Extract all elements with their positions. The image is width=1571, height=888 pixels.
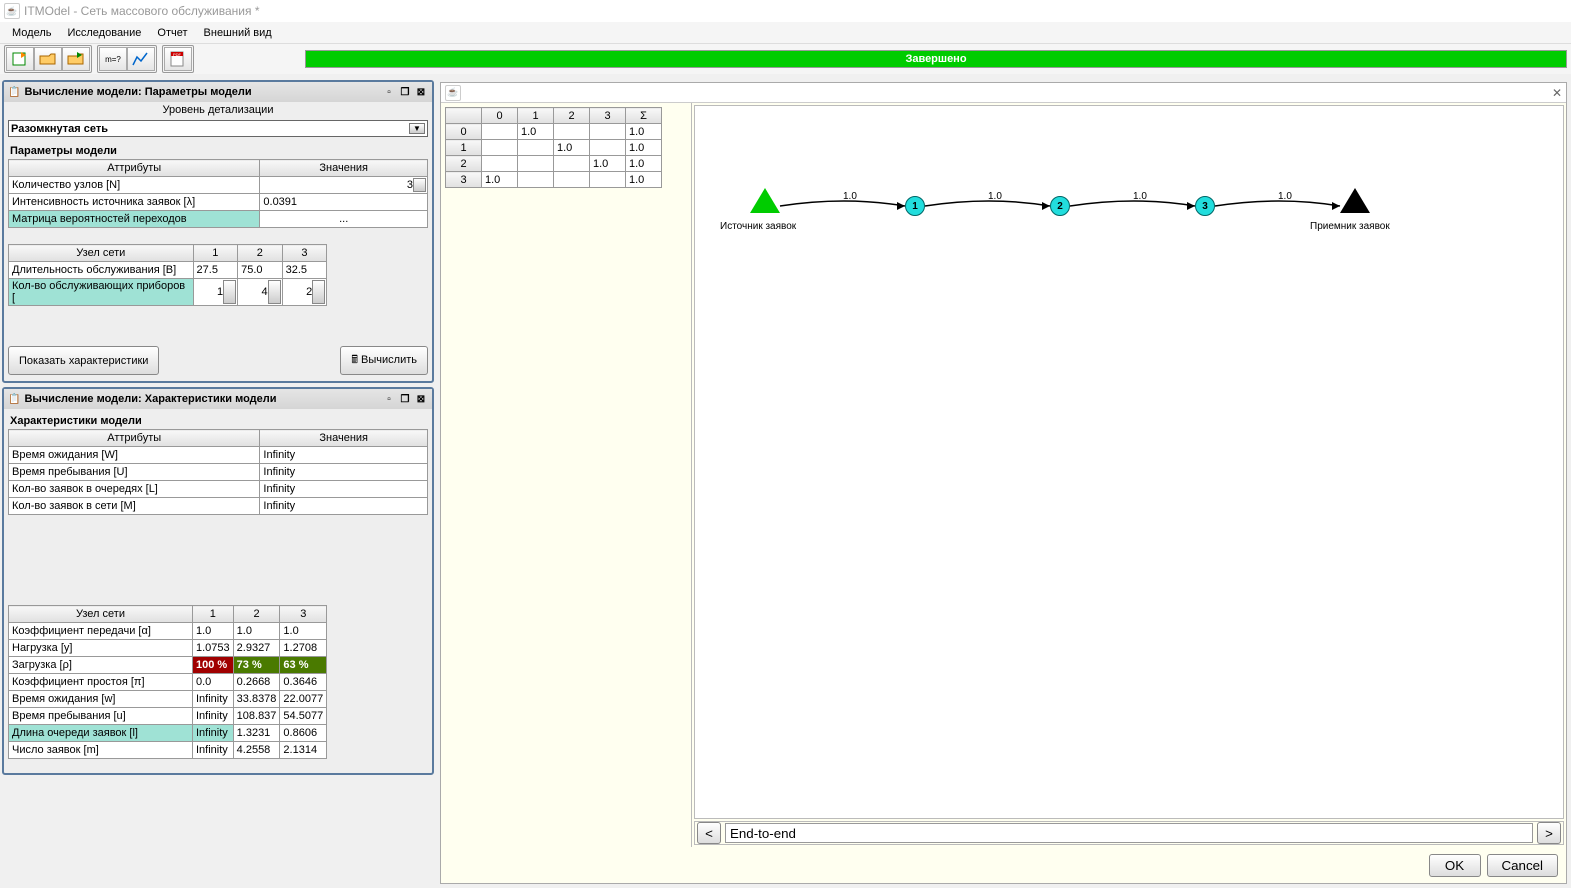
dialog-titlebar[interactable]: ☕ ✕: [441, 83, 1566, 103]
attr-nodes: Количество узлов [N]: [9, 177, 260, 194]
calc-icon: 📋: [8, 87, 20, 98]
attr-lambda: Интенсивность источника заявок [λ]: [9, 194, 260, 211]
progress-bar: Завершено: [305, 50, 1567, 68]
maximize-icon[interactable]: ❐: [398, 85, 412, 99]
show-characteristics-button[interactable]: Показать характеристики: [8, 346, 159, 375]
frame-params: 📋 Вычисление модели: Параметры модели ▫ …: [2, 80, 434, 383]
progress-text: Завершено: [306, 51, 1566, 67]
nav-next-button[interactable]: >: [1537, 822, 1561, 844]
sink-label: Приемник заявок: [1310, 221, 1390, 232]
val-lambda[interactable]: 0.0391: [260, 194, 428, 211]
val-matrix[interactable]: ...: [260, 211, 428, 228]
node-2[interactable]: 2: [1050, 196, 1070, 216]
node-3[interactable]: 3: [1195, 196, 1215, 216]
chars-node-table: Узел сети123 Коэффициент передачи [α]1.0…: [8, 605, 327, 759]
close-icon[interactable]: ⊠: [414, 392, 428, 406]
calculator-icon: 🖩: [351, 354, 358, 366]
menu-model[interactable]: Модель: [4, 25, 59, 41]
load-badge-3: 63 %: [280, 657, 327, 674]
detail-level-label: Уровень детализации: [4, 102, 432, 118]
source-label: Источник заявок: [720, 221, 796, 232]
menubar: Модель Исследование Отчет Внешний вид: [0, 22, 1571, 44]
attr-matrix[interactable]: Матрица вероятностей переходов: [9, 211, 260, 228]
params-section-label: Параметры модели: [8, 143, 428, 159]
tool-pdf-icon[interactable]: PDF: [164, 47, 192, 71]
frame-chars-title: Вычисление модели: Характеристики модели: [24, 393, 276, 405]
nav-path-input[interactable]: [725, 823, 1533, 843]
network-graph[interactable]: Источник заявок 1 2 3 Приемник заявок 1.…: [694, 105, 1564, 819]
transition-matrix-table[interactable]: 0123Σ 01.01.0 11.01.0 21.01.0 31.01.0: [445, 107, 662, 188]
col-node: Узел сети: [9, 245, 194, 262]
graph-navigator: < >: [694, 821, 1564, 845]
col-attributes: Аттрибуты: [9, 160, 260, 177]
menu-report[interactable]: Отчет: [149, 25, 195, 41]
chars-summary-table: АттрибутыЗначения Время ожидания [W]Infi…: [8, 429, 428, 515]
java-icon: ☕: [445, 85, 461, 101]
minimize-icon[interactable]: ▫: [382, 392, 396, 406]
menu-research[interactable]: Исследование: [59, 25, 149, 41]
load-badge-1: 100 %: [193, 657, 234, 674]
svg-text:PDF: PDF: [173, 52, 182, 57]
calc-icon: 📋: [8, 394, 20, 405]
frame-params-title: Вычисление модели: Параметры модели: [24, 86, 251, 98]
frame-characteristics: 📋 Вычисление модели: Характеристики моде…: [2, 387, 434, 775]
val-nodes[interactable]: 3: [260, 177, 428, 194]
calculate-button[interactable]: 🖩 Вычислить: [340, 346, 428, 375]
sink-node-icon[interactable]: [1340, 188, 1370, 213]
tool-save-icon[interactable]: [62, 47, 90, 71]
window-title: ITMOdel - Сеть массового обслуживания *: [24, 4, 260, 18]
cancel-button[interactable]: Cancel: [1487, 854, 1559, 877]
minimize-icon[interactable]: ▫: [382, 85, 396, 99]
menu-appearance[interactable]: Внешний вид: [196, 25, 280, 41]
params-table: АттрибутыЗначения Количество узлов [N]3 …: [8, 159, 428, 228]
node-params-table: Узел сети123 Длительность обслуживания […: [8, 244, 327, 306]
node-1[interactable]: 1: [905, 196, 925, 216]
maximize-icon[interactable]: ❐: [398, 392, 412, 406]
toolbar: m=? PDF Завершено: [0, 44, 1571, 74]
chars-section-label: Характеристики модели: [8, 413, 428, 429]
row-devices: Кол-во обслуживающих приборов [: [9, 279, 194, 306]
tool-open-icon[interactable]: [34, 47, 62, 71]
close-icon[interactable]: ⊠: [414, 85, 428, 99]
tool-params-icon[interactable]: m=?: [99, 47, 127, 71]
ok-button[interactable]: OK: [1429, 854, 1481, 877]
tool-chart-icon[interactable]: [127, 47, 155, 71]
col-values: Значения: [260, 160, 428, 177]
load-badge-2: 73 %: [233, 657, 280, 674]
nav-prev-button[interactable]: <: [697, 822, 721, 844]
tool-new-icon[interactable]: [6, 47, 34, 71]
row-service-time: Длительность обслуживания [B]: [9, 262, 194, 279]
java-icon: ☕: [4, 3, 20, 19]
dialog-close-icon[interactable]: ✕: [1552, 86, 1562, 100]
source-node-icon[interactable]: [750, 188, 780, 213]
matrix-dialog: ☕ ✕ 0123Σ 01.01.0 11.01.0 21.01.0 31.01.…: [440, 82, 1567, 884]
window-titlebar: ☕ ITMOdel - Сеть массового обслуживания …: [0, 0, 1571, 22]
network-type-combo[interactable]: Разомкнутая сеть: [8, 120, 428, 137]
